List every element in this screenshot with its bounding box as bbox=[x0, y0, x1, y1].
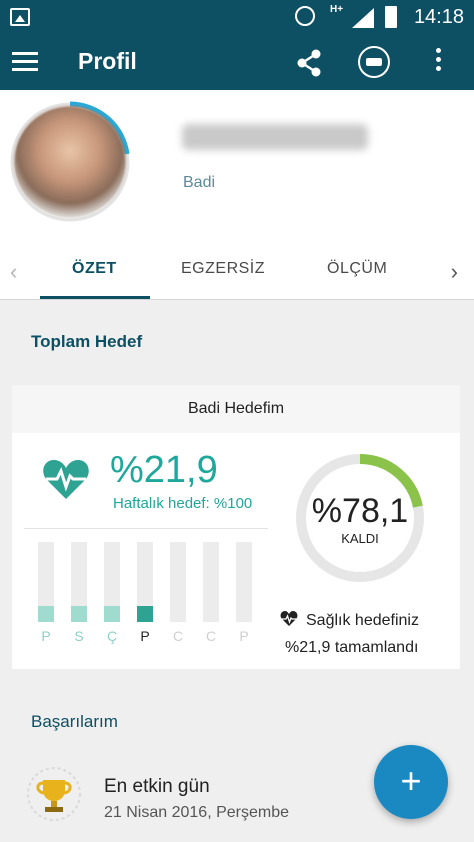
section-title-total-goal: Toplam Hedef bbox=[31, 332, 143, 351]
chevron-left-icon[interactable]: ‹ bbox=[10, 259, 17, 285]
menu-icon[interactable] bbox=[12, 52, 38, 72]
day-bar: P bbox=[38, 542, 54, 644]
health-goal-line: Sağlık hedefiniz bbox=[280, 611, 419, 630]
plus-icon: + bbox=[400, 760, 422, 801]
heart-pulse-icon bbox=[43, 460, 89, 499]
trophy-icon bbox=[27, 767, 81, 821]
tab-egzersiz[interactable]: EGZERSİZ bbox=[181, 260, 265, 278]
heart-icon bbox=[280, 611, 298, 626]
gallery-notification-icon bbox=[10, 8, 30, 26]
divider bbox=[24, 528, 268, 529]
page-title: Profil bbox=[78, 48, 137, 74]
remaining-label: KALDI bbox=[341, 531, 379, 546]
day-bar: P bbox=[236, 542, 252, 644]
battery-icon bbox=[385, 6, 397, 28]
day-bar: S bbox=[71, 542, 87, 644]
tab-olcum[interactable]: ÖLÇÜM bbox=[327, 260, 387, 278]
goal-card: Badi Hedefim %21,9 Haftalık hedef: %100 … bbox=[12, 385, 460, 669]
day-bar: C bbox=[170, 542, 186, 644]
achievement-date: 21 Nisan 2016, Perşembe bbox=[104, 804, 289, 821]
weekly-day-bars: P S Ç P C C P bbox=[38, 542, 278, 652]
avatar[interactable] bbox=[14, 106, 126, 218]
card-title: Badi Hedefim bbox=[12, 385, 460, 433]
day-bar: C bbox=[203, 542, 219, 644]
health-goal-text: Sağlık hedefiniz bbox=[306, 612, 419, 629]
section-title-achievements: Başarılarım bbox=[31, 712, 118, 731]
tab-ozet[interactable]: ÖZET bbox=[72, 260, 117, 278]
weekly-target: Haftalık hedef: %100 bbox=[113, 495, 253, 512]
add-button[interactable]: + bbox=[374, 745, 448, 819]
user-name-blurred bbox=[182, 124, 368, 150]
day-bar: Ç bbox=[104, 542, 120, 644]
tab-bar: ‹ ÖZET EGZERSİZ ÖLÇÜM › bbox=[0, 240, 474, 300]
alarm-icon bbox=[295, 6, 315, 26]
signal-icon bbox=[352, 8, 374, 28]
device-sync-icon[interactable] bbox=[358, 46, 390, 78]
active-tab-indicator bbox=[40, 296, 150, 299]
achievement-title: En etkin gün bbox=[104, 776, 210, 797]
remaining-value: %78,1 bbox=[311, 492, 409, 530]
more-options-icon[interactable] bbox=[432, 48, 444, 76]
profile-subtitle: Badi bbox=[183, 174, 216, 191]
day-bar: P bbox=[137, 542, 153, 644]
health-goal-completed: %21,9 tamamlandı bbox=[285, 639, 419, 656]
network-type: H+ bbox=[330, 4, 344, 15]
status-time: 14:18 bbox=[413, 6, 464, 28]
status-bar: H+ 14:18 bbox=[0, 0, 474, 34]
chevron-right-icon[interactable]: › bbox=[451, 259, 458, 285]
goal-progress-value: %21,9 bbox=[110, 449, 218, 491]
share-icon[interactable] bbox=[294, 48, 324, 78]
app-bar: Profil bbox=[0, 34, 474, 90]
